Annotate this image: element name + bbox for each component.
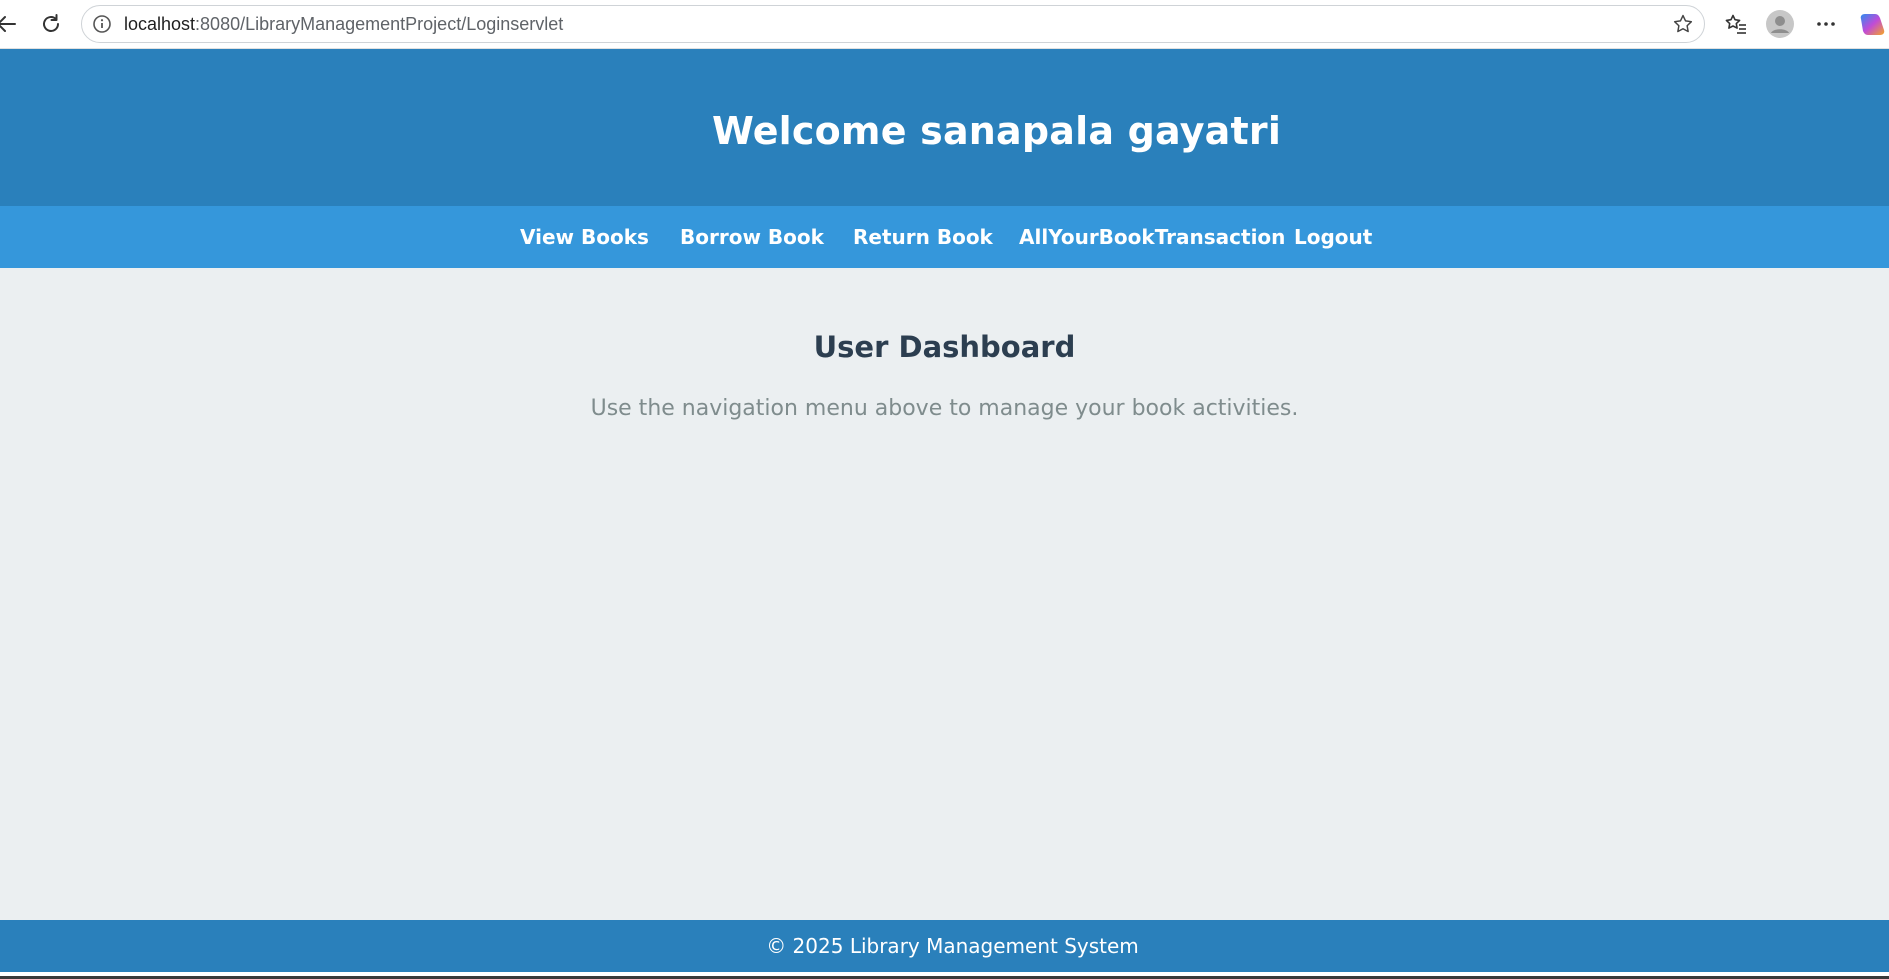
back-arrow-icon[interactable] xyxy=(0,10,20,38)
dashboard-title: User Dashboard xyxy=(813,330,1076,364)
profile-avatar-icon[interactable] xyxy=(1766,10,1794,38)
more-options-icon[interactable] xyxy=(1812,10,1840,38)
browser-toolbar: localhost:8080/LibraryManagementProject/… xyxy=(0,0,1889,49)
url-host: localhost xyxy=(124,14,196,34)
favorites-icon[interactable] xyxy=(1722,10,1750,38)
nav-logout[interactable]: Logout xyxy=(1294,206,1372,268)
footer-copyright: © 2025 Library Management System xyxy=(766,934,1139,958)
dashboard-description: Use the navigation menu above to manage … xyxy=(590,396,1299,421)
nav-all-transactions[interactable]: AllYourBookTransaction xyxy=(1019,206,1285,268)
nav-return-book[interactable]: Return Book xyxy=(853,206,993,268)
url-text[interactable]: localhost:8080/LibraryManagementProject/… xyxy=(124,6,563,42)
nav-view-books[interactable]: View Books xyxy=(520,206,649,268)
url-path: :8080/LibraryManagementProject/Loginserv… xyxy=(195,14,564,34)
nav-borrow-book[interactable]: Borrow Book xyxy=(680,206,824,268)
site-info-icon[interactable] xyxy=(92,14,112,34)
page-header: Welcome sanapala gayatri xyxy=(0,49,1889,206)
address-bar[interactable]: localhost:8080/LibraryManagementProject/… xyxy=(81,5,1705,43)
reload-icon[interactable] xyxy=(37,10,65,38)
page-footer: © 2025 Library Management System xyxy=(0,920,1889,972)
main-nav: View Books Borrow Book Return Book AllYo… xyxy=(0,206,1889,268)
copilot-icon[interactable] xyxy=(1859,10,1887,38)
welcome-title: Welcome sanapala gayatri xyxy=(711,108,1282,153)
favorite-star-icon[interactable] xyxy=(1672,13,1694,35)
